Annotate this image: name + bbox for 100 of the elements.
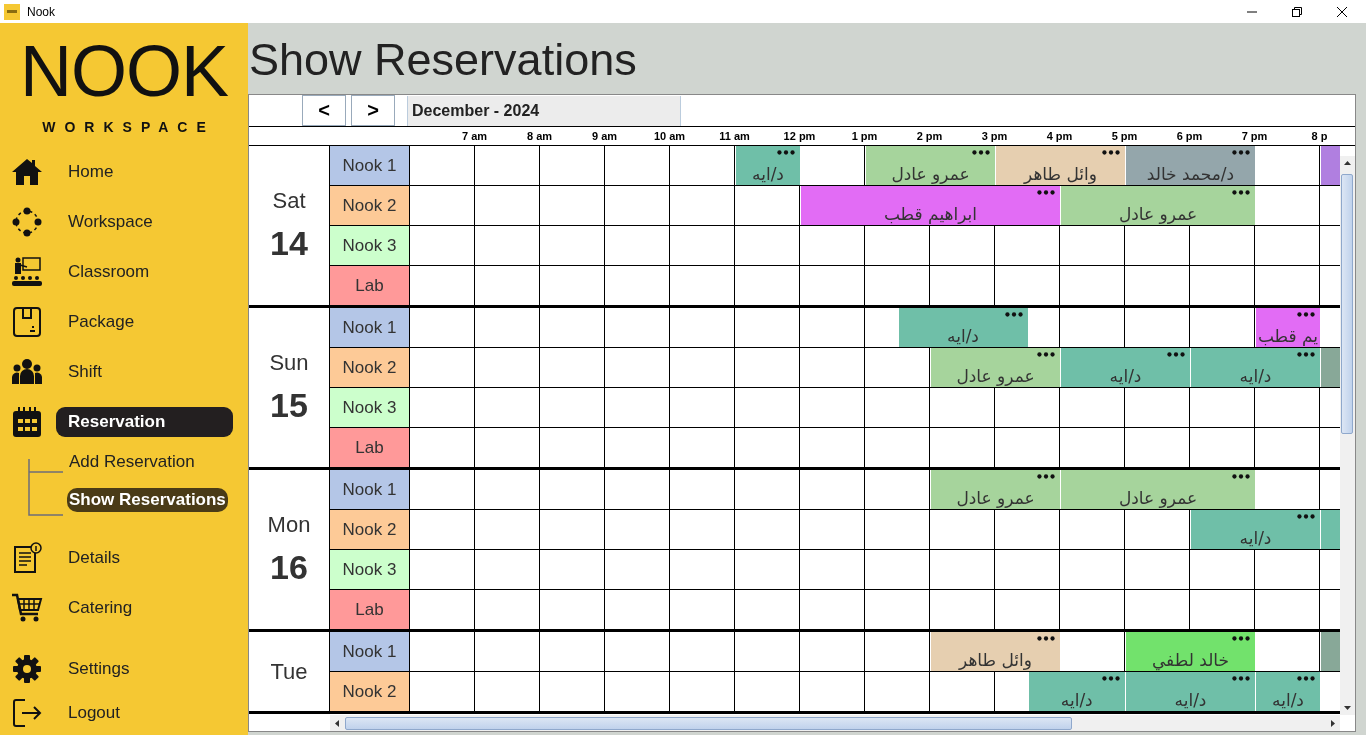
- horizontal-scrollbar[interactable]: [330, 715, 1340, 731]
- reservation-block[interactable]: د/ايه: [1061, 348, 1190, 387]
- guest-name: خالد لطفي: [1150, 649, 1231, 671]
- hour-label: 2 pm: [915, 129, 944, 144]
- more-icon[interactable]: [1232, 636, 1250, 641]
- nav-item[interactable]: Shift: [56, 357, 115, 387]
- more-icon[interactable]: [1297, 312, 1315, 317]
- reservation-block[interactable]: د/ايه: [1028, 672, 1125, 711]
- reservation-block[interactable]: د/ايه: [1191, 510, 1320, 549]
- cart-icon: [11, 592, 43, 624]
- weekday-label: Sat: [272, 188, 306, 214]
- reservation-block[interactable]: عمرو عادل: [931, 470, 1060, 509]
- guest-name: د/ايه: [1173, 689, 1208, 711]
- more-icon[interactable]: [1037, 636, 1055, 641]
- more-icon[interactable]: [1167, 352, 1185, 357]
- logo-wordmark: NOOK: [20, 30, 228, 113]
- reservation-block[interactable]: عمرو عادل: [1061, 470, 1255, 509]
- vertical-scrollbar[interactable]: [1340, 156, 1355, 715]
- guest-name: د/ايه: [751, 163, 785, 185]
- nav-item[interactable]: Reservation: [56, 407, 233, 437]
- more-icon[interactable]: [1297, 352, 1315, 357]
- more-icon[interactable]: [1232, 150, 1250, 155]
- guest-name: د/ايه: [1271, 689, 1305, 711]
- scroll-thumb[interactable]: [345, 716, 1072, 730]
- nav-item[interactable]: Classroom: [56, 257, 162, 287]
- guest-name: عمرو عادل: [890, 163, 971, 185]
- reservation-block[interactable]: ابراهيم قطب: [801, 186, 1060, 225]
- page-title: Show Reservations: [249, 33, 638, 87]
- more-icon[interactable]: [1102, 150, 1120, 155]
- hour-label: 10 am: [652, 129, 687, 144]
- more-icon[interactable]: [1004, 312, 1023, 317]
- more-icon[interactable]: [1232, 190, 1250, 195]
- reservation-block[interactable]: د/ايه: [1191, 348, 1320, 387]
- hour-label: 8 am: [525, 129, 554, 144]
- reservation-block[interactable]: د/ايه: [898, 308, 1028, 347]
- hour-label: 7 pm: [1240, 129, 1269, 144]
- room-label: Nook 3: [330, 388, 410, 427]
- more-icon[interactable]: [1037, 352, 1055, 357]
- people-circle-icon: [11, 206, 43, 238]
- reservation-block[interactable]: د/محمد خالد: [1126, 146, 1255, 185]
- guest-name: وائل طاهر: [1022, 163, 1098, 185]
- reservation-block[interactable]: عمرو عادل: [866, 146, 995, 185]
- next-button[interactable]: >: [351, 95, 395, 126]
- more-icon[interactable]: [972, 150, 990, 155]
- restore-icon[interactable]: [1291, 5, 1303, 18]
- more-icon[interactable]: [1232, 676, 1250, 681]
- window-title: Nook: [27, 4, 55, 19]
- box-icon: [11, 306, 43, 338]
- more-icon[interactable]: [1297, 676, 1315, 681]
- guest-name: وائل طاهر: [957, 649, 1033, 671]
- guest-name: د/ايه: [1108, 365, 1143, 387]
- room-label: Nook 2: [330, 348, 410, 387]
- app-icon: [4, 3, 20, 20]
- nav-item[interactable]: Workspace: [56, 207, 165, 237]
- nav-subitem[interactable]: Show Reservations: [67, 488, 228, 512]
- nav-item[interactable]: Home: [56, 157, 126, 187]
- reservation-block[interactable]: د/ايه: [1126, 672, 1255, 711]
- month-label: December - 2024: [407, 95, 681, 126]
- reservation-block[interactable]: د/ايه: [736, 146, 800, 185]
- more-icon[interactable]: [1297, 514, 1315, 519]
- nav-item[interactable]: Package: [56, 307, 147, 337]
- nav-item[interactable]: Catering: [56, 593, 145, 623]
- close-icon[interactable]: [1336, 5, 1348, 18]
- reservation-block[interactable]: يم قطب: [1256, 308, 1320, 347]
- reservation-block[interactable]: وائل طاهر: [996, 146, 1125, 185]
- more-icon[interactable]: [1037, 190, 1055, 195]
- reservation-block[interactable]: وائل طاهر: [931, 632, 1060, 671]
- reservation-block[interactable]: عمرو عادل: [931, 348, 1060, 387]
- nav-subitem[interactable]: Add Reservation: [67, 450, 197, 474]
- more-icon[interactable]: [1102, 676, 1120, 681]
- room-label: Nook 2: [330, 510, 410, 549]
- guest-name: ابراهيم قطب: [882, 203, 979, 225]
- more-icon[interactable]: [1037, 474, 1055, 479]
- room-label: Nook 1: [330, 146, 410, 185]
- reservation-block[interactable]: خالد لطفي: [1126, 632, 1255, 671]
- more-icon[interactable]: [1232, 474, 1250, 479]
- date-number: 16: [270, 548, 308, 587]
- reservation-block[interactable]: د/ايه: [1256, 672, 1320, 711]
- document-info-icon: [11, 542, 43, 574]
- hour-label: 3 pm: [980, 129, 1009, 144]
- scroll-thumb[interactable]: [1341, 174, 1353, 434]
- nav-item[interactable]: Logout: [56, 698, 132, 728]
- nav-item[interactable]: Settings: [56, 654, 142, 684]
- reservation-block[interactable]: عمرو عادل: [1061, 186, 1255, 225]
- room-label: Nook 2: [330, 672, 410, 711]
- room-label: Nook 1: [330, 470, 410, 509]
- room-label: Lab: [330, 266, 410, 305]
- room-label: Nook 3: [330, 550, 410, 589]
- classroom-icon: [11, 256, 43, 288]
- previous-button[interactable]: <: [302, 95, 346, 126]
- guest-name: عمرو عادل: [955, 487, 1036, 509]
- home-icon: [11, 156, 43, 188]
- guest-name: د/ايه: [946, 325, 980, 347]
- calendar-icon: [11, 406, 43, 438]
- guest-name: عمرو عادل: [1117, 203, 1199, 225]
- room-label: Lab: [330, 590, 410, 629]
- guest-name: د/ايه: [1238, 365, 1273, 387]
- more-icon[interactable]: [777, 150, 795, 155]
- guest-name: يم قطب: [1256, 325, 1320, 347]
- nav-item[interactable]: Details: [56, 543, 132, 573]
